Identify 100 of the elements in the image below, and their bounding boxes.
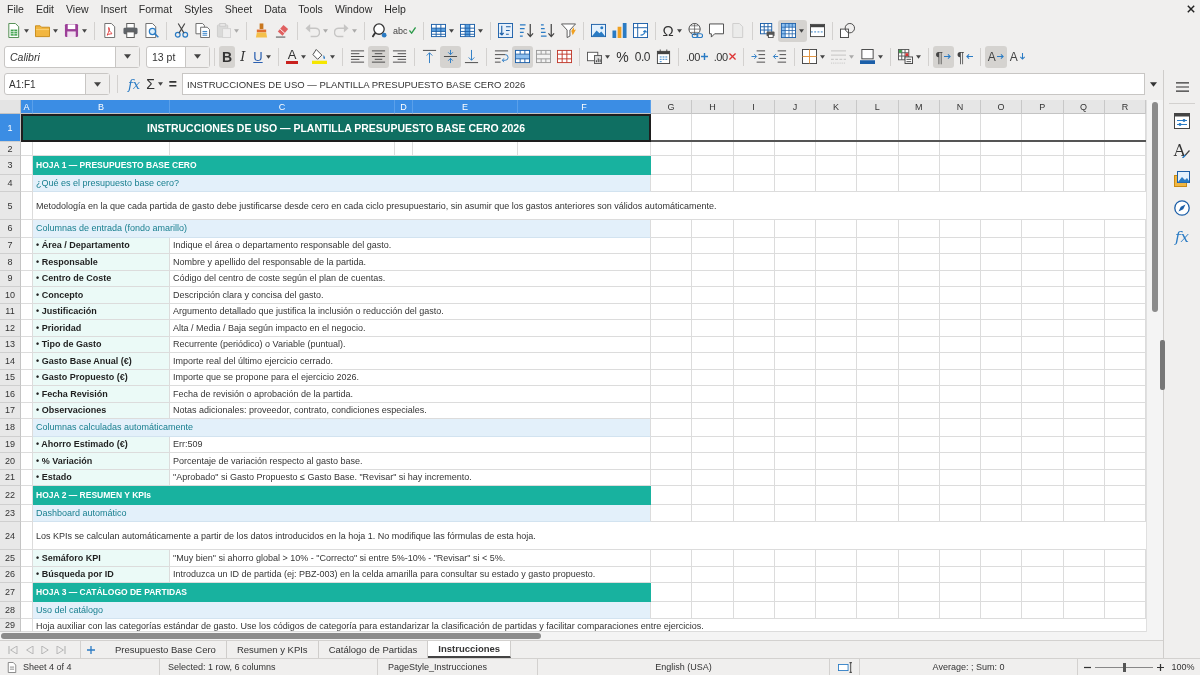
sidebar-handle[interactable]	[1160, 340, 1165, 390]
caret-icon	[194, 54, 201, 59]
label-cell: • Semáforo KPI	[33, 550, 170, 567]
text-vertical-button[interactable]: A	[1006, 45, 1029, 68]
decrease-indent-icon	[771, 49, 787, 64]
row-header[interactable]: 3	[0, 156, 21, 175]
row-header[interactable]: 22	[0, 486, 21, 505]
number-button[interactable]: 0.0	[631, 45, 653, 68]
column-header[interactable]: J	[774, 100, 816, 114]
close-icon[interactable]	[1187, 5, 1195, 13]
menu-item[interactable]: Help	[378, 1, 412, 17]
sum-button[interactable]: Σ	[143, 74, 166, 94]
menu-item[interactable]: Insert	[94, 1, 133, 17]
scrollbar-thumb[interactable]	[1152, 102, 1158, 312]
row-header[interactable]: 10	[0, 287, 21, 304]
column-header[interactable]: N	[939, 100, 981, 114]
row-header[interactable]: 8	[0, 254, 21, 271]
styles-button[interactable]: A	[1169, 137, 1195, 163]
percent-button[interactable]: %	[613, 45, 632, 68]
bold-button[interactable]: B	[219, 45, 236, 68]
menu-item[interactable]: File	[1, 1, 30, 17]
add-decimal-button[interactable]: .00	[682, 45, 711, 68]
caret-icon	[265, 54, 271, 59]
text-horizontal-button[interactable]: A	[984, 45, 1007, 68]
left-to-right-button[interactable]: ¶	[932, 45, 955, 68]
row-header[interactable]: 25	[0, 550, 21, 567]
language[interactable]: English (USA)	[655, 662, 712, 672]
merge-center-button[interactable]	[512, 45, 534, 68]
shapes-icon	[839, 23, 855, 38]
align-right-icon	[392, 49, 408, 64]
menu-icon	[1175, 82, 1189, 92]
row-header[interactable]: 12	[0, 320, 21, 337]
caret-icon	[124, 54, 131, 59]
column-header[interactable]: I	[733, 100, 775, 114]
menu-item[interactable]: Data	[258, 1, 293, 17]
plus-icon[interactable]	[1157, 663, 1164, 671]
row-header[interactable]: 2	[0, 142, 21, 156]
column-header[interactable]: K	[816, 100, 858, 114]
sheet-tab[interactable]: Instrucciones	[428, 641, 512, 658]
scrollbar-thumb[interactable]	[1, 633, 541, 639]
row-header[interactable]: 6	[0, 220, 21, 238]
column-header[interactable]: Q	[1063, 100, 1105, 114]
conditional-format-icon	[897, 49, 913, 64]
function-wizard-button[interactable]: fx	[125, 74, 144, 94]
spelling-button[interactable]: abc	[390, 19, 419, 42]
align-middle-button[interactable]	[440, 45, 462, 68]
vertical-scrollbar[interactable]	[1146, 100, 1163, 632]
menu-item[interactable]: Edit	[29, 1, 60, 17]
functions-button[interactable]: fx	[1169, 224, 1195, 250]
menu-item[interactable]: Tools	[292, 1, 329, 17]
cell-grid[interactable]	[0, 114, 1146, 632]
menu-item[interactable]: Window	[328, 1, 379, 17]
underline-button[interactable]: U	[250, 45, 274, 68]
funnel-icon	[560, 23, 576, 38]
caret-icon	[877, 54, 883, 59]
delete-decimal-button[interactable]: .00	[710, 45, 739, 68]
freeze-button[interactable]	[777, 19, 807, 42]
caret-icon	[323, 28, 328, 33]
menu-item[interactable]: View	[60, 1, 95, 17]
formula-input[interactable]: INSTRUCCIONES DE USO — PLANTILLA PRESUPUESTO BASE CERO 2026	[182, 73, 1145, 95]
font-name-field[interactable]: Calibri	[4, 45, 140, 68]
column-header[interactable]: L	[857, 100, 899, 114]
sheet-tab[interactable]: Presupuesto Base Cero	[105, 641, 227, 658]
align-center-button[interactable]	[368, 45, 390, 68]
picture-icon	[590, 23, 606, 38]
column-header[interactable]: G	[651, 100, 693, 114]
formula-button[interactable]: =	[165, 74, 180, 94]
row-header[interactable]: 24	[0, 522, 21, 550]
column-header[interactable]: M	[898, 100, 940, 114]
dropdown-button[interactable]	[185, 46, 209, 67]
dropdown-button[interactable]	[115, 46, 139, 67]
skip-start-icon[interactable]	[8, 645, 18, 654]
document-magnifier-icon	[144, 23, 159, 38]
column-header[interactable]: H	[692, 100, 734, 114]
row-header[interactable]: 20	[0, 453, 21, 470]
sheet-tab[interactable]: Resumen y KPIs	[226, 641, 319, 658]
menu-item[interactable]: Sheet	[218, 1, 259, 17]
menu-item[interactable]: Format	[132, 1, 179, 17]
font-color-button[interactable]: A	[282, 45, 310, 68]
horizontal-scrollbar[interactable]	[0, 632, 1163, 640]
row-header[interactable]: 18	[0, 419, 21, 437]
column-header[interactable]: O	[981, 100, 1023, 114]
row-header[interactable]: 16	[0, 386, 21, 403]
row-header[interactable]: 27	[0, 583, 21, 602]
row-header[interactable]: 5	[0, 192, 21, 220]
column-header[interactable]: P	[1022, 100, 1064, 114]
row-header[interactable]: 14	[0, 353, 21, 370]
split-window-icon	[809, 23, 825, 38]
italic-button[interactable]: I	[235, 45, 251, 68]
name-box[interactable]: A1:F1	[4, 73, 110, 95]
column-header[interactable]: R	[1104, 100, 1146, 114]
dropdown-button[interactable]	[85, 74, 109, 94]
selection-mode-icon[interactable]	[837, 661, 852, 673]
right-to-left-button[interactable]: ¶	[954, 45, 976, 68]
font-size-field[interactable]: 13 pt	[146, 45, 210, 68]
zoom-slider-thumb[interactable]	[1122, 662, 1126, 672]
special-character-button[interactable]: Ω	[659, 19, 685, 42]
zoom-percent[interactable]: 100%	[1171, 662, 1195, 672]
menu-item[interactable]: Styles	[178, 1, 219, 17]
row-header[interactable]: 29	[0, 619, 21, 632]
